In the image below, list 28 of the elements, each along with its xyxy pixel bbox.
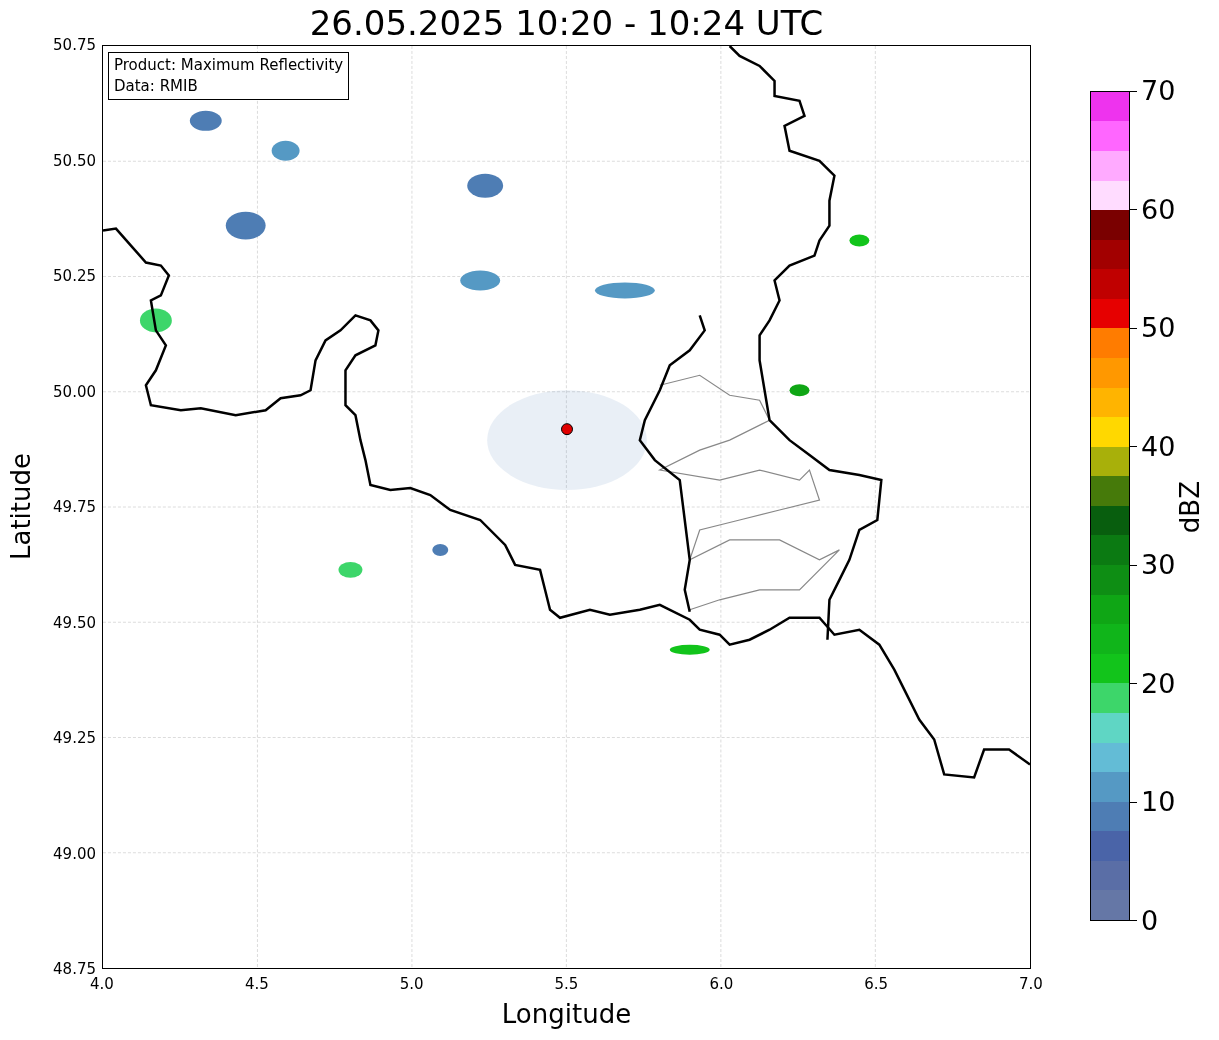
- chart-title: 26.05.2025 10:20 - 10:24 UTC: [308, 2, 825, 45]
- tick-label: 6.0: [708, 974, 735, 994]
- tick-label: 5.5: [553, 974, 580, 994]
- tick-label: 50.00: [52, 381, 96, 402]
- legend-text: Product: Maximum Reflectivity: [114, 55, 344, 76]
- colorbar-tick-label: 30: [1141, 548, 1176, 583]
- tick-label: 50.50: [52, 150, 96, 171]
- tick-label: 49.25: [52, 728, 96, 748]
- tick-label: 50.25: [52, 266, 96, 286]
- tick-label: 4.5: [243, 974, 270, 994]
- colorbar-tick-label: 0: [1141, 903, 1159, 938]
- tick-label: 6.5: [863, 974, 890, 994]
- tick-label: 7.0: [1018, 974, 1044, 994]
- axis-label: Longitude: [501, 999, 632, 1031]
- colorbar-tick-label: 40: [1141, 429, 1176, 464]
- colorbar-tick-label: 20: [1141, 666, 1176, 701]
- axis-label: Latitude: [6, 453, 36, 561]
- legend-text: Data: RMIB: [114, 76, 199, 97]
- colorbar-label: dBZ: [1175, 480, 1205, 534]
- tick-label: 49.00: [52, 843, 96, 864]
- tick-label: 49.75: [52, 497, 96, 517]
- colorbar-tick-label: 10: [1141, 785, 1176, 820]
- colorbar-tick-label: 70: [1141, 74, 1176, 108]
- tick-label: 49.50: [52, 612, 96, 633]
- tick-label: 5.0: [398, 974, 425, 994]
- colorbar-tick-label: 50: [1141, 311, 1176, 346]
- colorbar-tick-label: 60: [1141, 192, 1176, 227]
- tick-label: 50.75: [52, 35, 96, 55]
